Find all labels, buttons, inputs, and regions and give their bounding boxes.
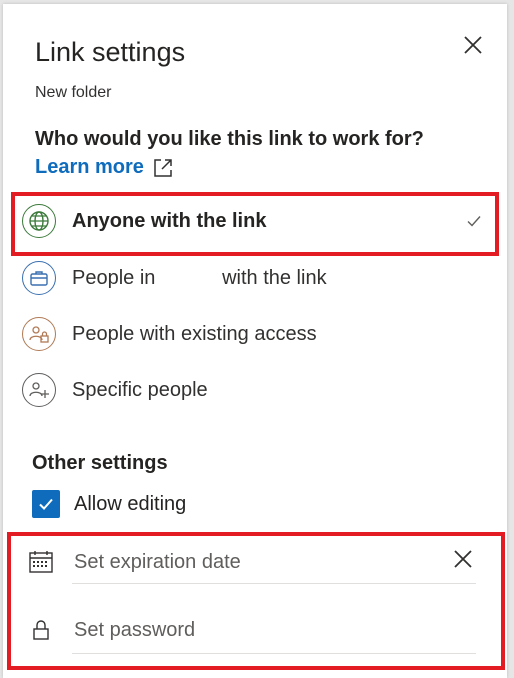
close-icon [454,550,472,568]
option-label: Specific people [72,378,208,401]
other-settings-heading: Other settings [32,452,168,474]
checkbox-checked-icon [32,490,60,518]
expiration-date-input[interactable] [74,546,476,578]
option-existing-access[interactable]: People with existing access [22,312,494,356]
learn-more-label: Learn more [35,156,144,178]
learn-more-link[interactable]: Learn more [35,156,174,179]
panel-subtitle: New folder [35,84,112,101]
option-people-in-org[interactable]: People in with the link [22,256,494,300]
option-label: People with existing access [72,322,317,345]
option-label: Anyone with the link [72,209,267,232]
password-underline [72,653,476,654]
option-specific-people[interactable]: Specific people [22,368,494,412]
checkmark-icon [467,216,481,227]
panel-title: Link settings [35,37,186,67]
close-button[interactable] [459,31,487,59]
globe-icon [22,204,56,238]
people-lock-icon [22,317,56,351]
password-field [28,606,476,654]
share-question: Who would you like this link to work for… [35,128,424,150]
briefcase-icon [22,261,56,295]
allow-editing-label: Allow editing [74,492,187,515]
expiration-underline [72,583,476,584]
option-label: People in with the link [72,266,327,289]
allow-editing-checkbox[interactable]: Allow editing [32,488,186,520]
open-external-icon [152,157,174,179]
lock-icon [28,617,58,643]
expiration-date-field [28,538,476,586]
calendar-icon [28,549,58,575]
close-icon [464,36,482,54]
password-input[interactable] [74,614,476,646]
clear-expiration-button[interactable] [450,546,476,572]
option-anyone-with-link[interactable]: Anyone with the link [22,199,494,243]
add-people-icon [22,373,56,407]
